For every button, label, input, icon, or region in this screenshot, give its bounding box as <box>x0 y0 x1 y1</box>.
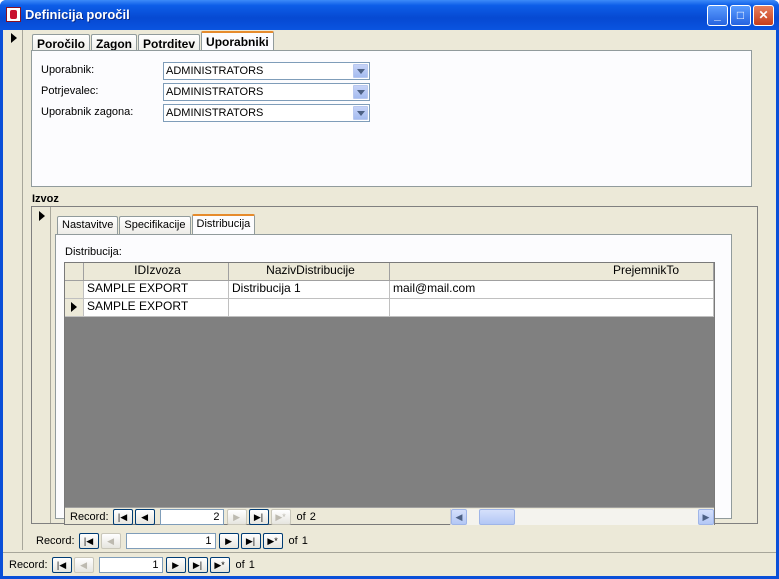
horizontal-scrollbar[interactable]: ◀ ▶ <box>450 509 714 525</box>
record-number-input[interactable]: 2 <box>159 508 224 525</box>
potrjevalec-dropdown-icon[interactable] <box>353 85 368 99</box>
izvoz-record-selector[interactable] <box>32 207 51 523</box>
record-number-input[interactable]: 1 <box>98 556 163 573</box>
distribucija-datasheet: IDIzvoza NazivDistribucije PrejemnikTo S… <box>64 262 715 525</box>
uporabnik-value: ADMINISTRATORS <box>166 65 264 77</box>
uporabniki-panel: Uporabnik: ADMINISTRATORS Potrjevalec: A… <box>31 50 752 187</box>
current-row-arrow-icon <box>71 302 77 312</box>
row-selector[interactable] <box>65 281 84 299</box>
table-row: SAMPLE EXPORT Distribucija 1 mail@mail.c… <box>65 281 714 299</box>
datasheet-header: IDIzvoza NazivDistribucije PrejemnikTo <box>65 263 714 281</box>
next-record-button[interactable]: ▶ <box>165 556 186 573</box>
last-record-button[interactable]: ▶| <box>248 508 269 525</box>
table-row: SAMPLE EXPORT <box>65 299 714 317</box>
row-selector-current[interactable] <box>65 299 84 317</box>
izvoz-current-record-icon <box>39 211 45 221</box>
uporabnik-label: Uporabnik: <box>41 64 95 76</box>
cell-nazivdistribucije[interactable]: Distribucija 1 <box>229 281 390 299</box>
uporabnik-zagona-combo[interactable]: ADMINISTRATORS <box>163 104 370 122</box>
last-record-button[interactable]: ▶| <box>187 556 208 573</box>
access-app-icon[interactable] <box>6 7 21 22</box>
record-number-input[interactable]: 1 <box>125 532 216 549</box>
outer-record-label: Record: <box>9 558 48 571</box>
maximize-button[interactable]: □ <box>730 5 751 26</box>
inner-navigation-bar: Record: |◀ ◀ 2 ▶ ▶| ▶* of 2 ◀ ▶ <box>65 507 714 525</box>
outer-of-label: of <box>235 558 245 571</box>
potrjevalec-label: Potrjevalec: <box>41 85 99 97</box>
col-header-prejemnikto[interactable]: PrejemnikTo <box>390 263 714 281</box>
outer-record-total: 1 <box>248 558 255 571</box>
cell-prejemnikto[interactable]: mail@mail.com <box>390 281 714 299</box>
potrjevalec-value: ADMINISTRATORS <box>166 86 264 98</box>
potrjevalec-combo[interactable]: ADMINISTRATORS <box>163 83 370 101</box>
last-record-button[interactable]: ▶| <box>240 532 261 549</box>
scrollbar-thumb[interactable] <box>479 509 515 525</box>
inner-record-label: Record: <box>70 510 109 523</box>
cell-nazivdistribucije[interactable] <box>229 299 390 317</box>
distribucija-label: Distribucija: <box>65 246 122 258</box>
current-record-arrow-icon <box>11 33 17 43</box>
next-record-button[interactable]: ▶ <box>226 508 247 525</box>
cell-idizvoza[interactable]: SAMPLE EXPORT <box>84 281 229 299</box>
tab-specifikacije[interactable]: Specifikacije <box>119 216 191 235</box>
first-record-button[interactable]: |◀ <box>51 556 72 573</box>
inner-of-label: of <box>296 510 306 523</box>
title-bar: Definicija poročil _ □ ✕ <box>0 0 779 30</box>
first-record-button[interactable]: |◀ <box>78 532 99 549</box>
uporabnik-dropdown-icon[interactable] <box>353 64 368 78</box>
tab-distribucija[interactable]: Distribucija <box>191 214 256 235</box>
scroll-left-icon[interactable]: ◀ <box>451 509 467 525</box>
select-all-corner[interactable] <box>65 263 84 281</box>
previous-record-button[interactable]: ◀ <box>73 556 94 573</box>
next-record-button[interactable]: ▶ <box>218 532 239 549</box>
outer-navigation-bar: Record: |◀ ◀ 1 ▶ ▶| ▶* of 1 <box>3 552 776 576</box>
cell-idizvoza[interactable]: SAMPLE EXPORT <box>84 299 229 317</box>
form-client-area: Poročilo Zagon Potrditev Uporabniki Upor… <box>3 30 776 576</box>
izvoz-label: Izvoz <box>32 193 59 205</box>
inner-record-nav: Record: |◀ ◀ 2 ▶ ▶| ▶* of 2 <box>70 508 316 525</box>
previous-record-button[interactable]: ◀ <box>134 508 155 525</box>
new-record-button[interactable]: ▶* <box>209 556 230 573</box>
col-header-nazivdistribucije[interactable]: NazivDistribucije <box>229 263 390 281</box>
cell-prejemnikto[interactable] <box>390 299 714 317</box>
scroll-right-icon[interactable]: ▶ <box>698 509 714 525</box>
new-record-button[interactable]: ▶* <box>270 508 291 525</box>
middle-record-total: 1 <box>301 534 308 547</box>
new-record-button[interactable]: ▶* <box>262 532 283 549</box>
uporabnik-zagona-value: ADMINISTRATORS <box>166 107 264 119</box>
uporabnik-zagona-dropdown-icon[interactable] <box>353 106 368 120</box>
minimize-button[interactable]: _ <box>707 5 728 26</box>
inner-record-total: 2 <box>309 510 316 523</box>
tab-nastavitve[interactable]: Nastavitve <box>57 216 119 235</box>
outer-record-nav: Record: |◀ ◀ 1 ▶ ▶| ▶* of 1 <box>9 556 255 573</box>
previous-record-button[interactable]: ◀ <box>100 532 121 549</box>
middle-record-label: Record: <box>36 534 75 547</box>
col-header-idizvoza[interactable]: IDIzvoza <box>84 263 229 281</box>
close-button[interactable]: ✕ <box>753 5 774 26</box>
window-title: Definicija poročil <box>25 7 130 22</box>
izvoz-tabs: Nastavitve Specifikacije Distribucija <box>57 214 256 235</box>
app-window: Definicija poročil _ □ ✕ Poročilo Zagon … <box>0 0 779 579</box>
first-record-button[interactable]: |◀ <box>112 508 133 525</box>
record-selector-bar[interactable] <box>3 30 23 550</box>
middle-record-nav: Record: |◀ ◀ 1 ▶ ▶| ▶* of 1 <box>36 532 308 549</box>
uporabnik-combo[interactable]: ADMINISTRATORS <box>163 62 370 80</box>
uporabnik-zagona-label: Uporabnik zagona: <box>41 106 134 118</box>
middle-of-label: of <box>288 534 298 547</box>
